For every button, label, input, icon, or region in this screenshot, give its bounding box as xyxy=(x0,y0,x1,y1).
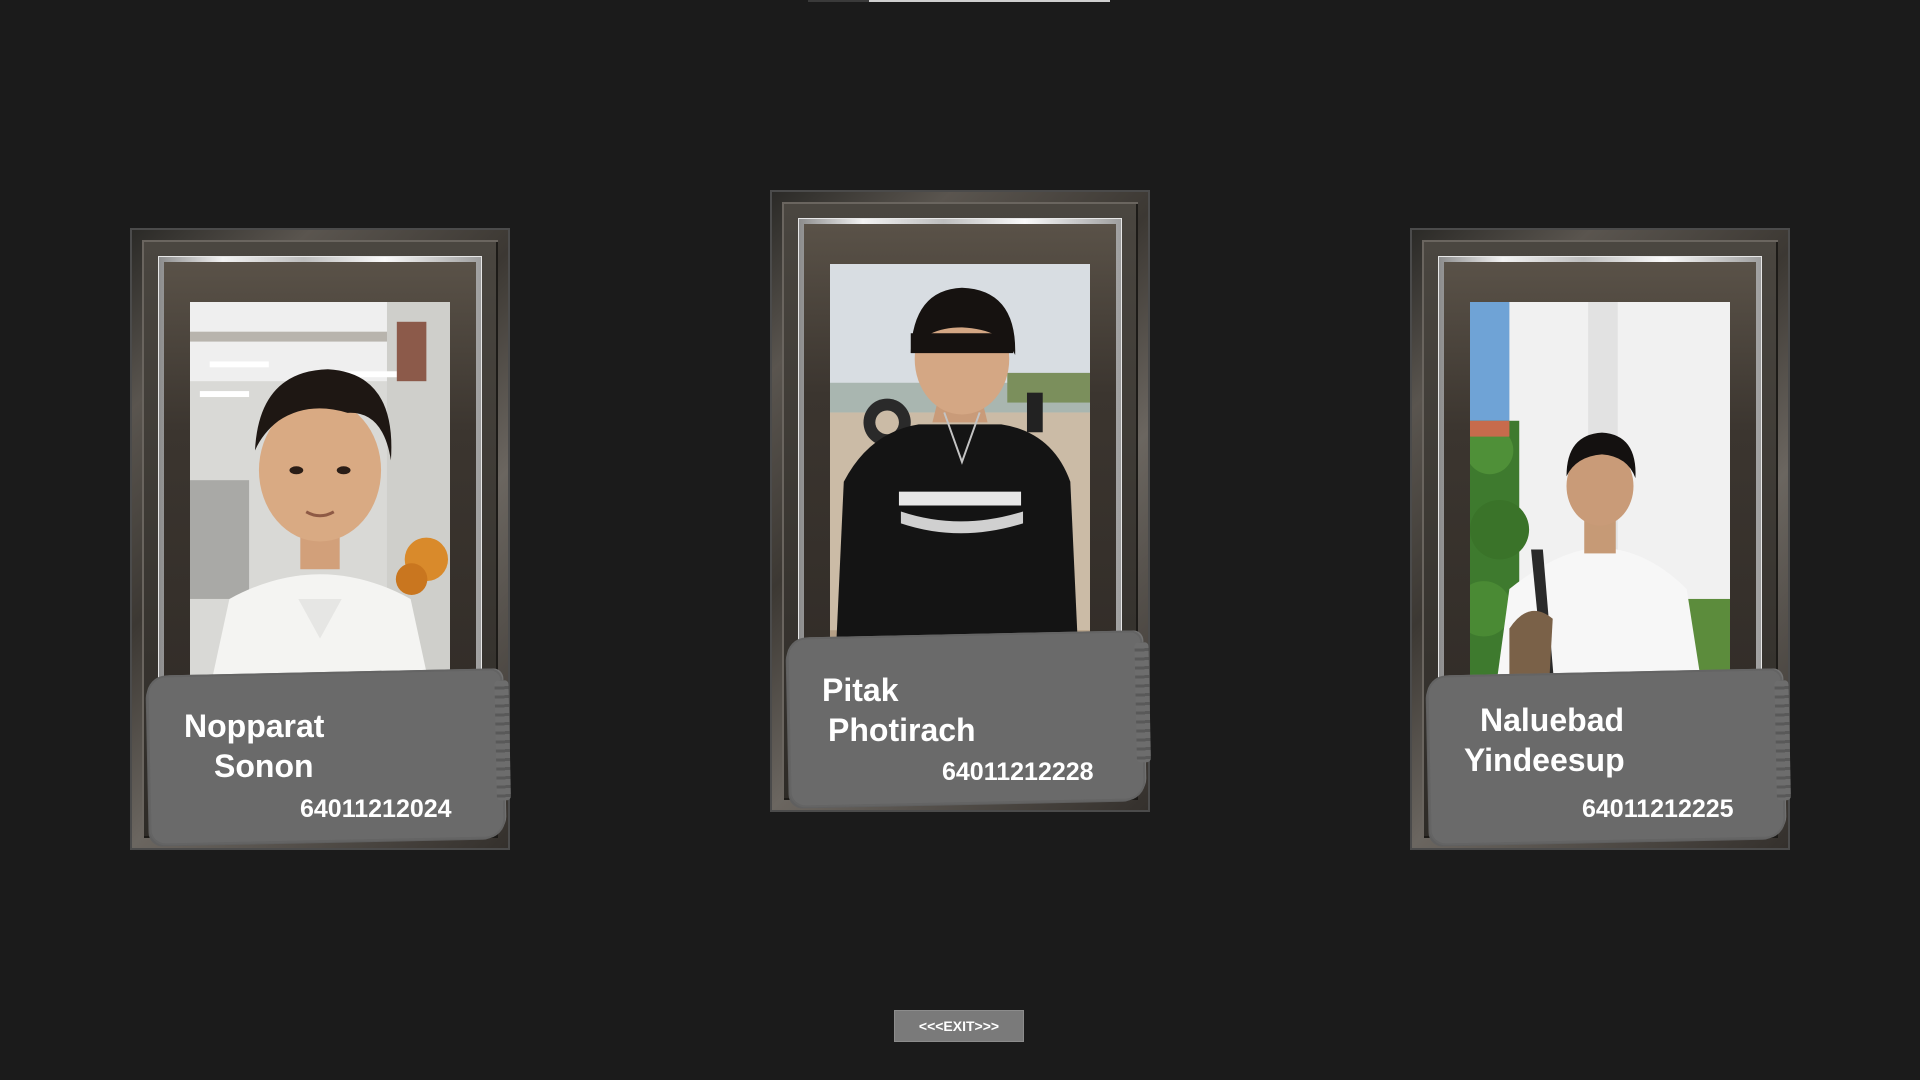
member-first-name: Nopparat xyxy=(184,708,325,744)
member-frame-1: Nopparat Sonon 64011212024 xyxy=(130,228,510,850)
member-student-id: 64011212225 xyxy=(1582,795,1734,823)
portrait-image xyxy=(190,302,450,690)
member-photo-2 xyxy=(830,264,1090,652)
member-last-name: Yindeesup xyxy=(1464,742,1625,778)
member-frame-3: Naluebad Yindeesup 64011212225 xyxy=(1410,228,1790,850)
member-last-name: Photirach xyxy=(828,712,976,748)
member-last-name: Sonon xyxy=(214,748,314,784)
member-first-name: Pitak xyxy=(822,672,899,708)
member-student-id: 64011212228 xyxy=(942,758,1094,786)
portrait-image xyxy=(830,264,1090,652)
top-progress-bar xyxy=(808,0,1110,2)
credits-screen: Nopparat Sonon 64011212024 Pitak Photira… xyxy=(0,0,1920,1080)
exit-button[interactable]: <<<EXIT>>> xyxy=(894,1010,1024,1042)
portrait-image xyxy=(1470,302,1730,690)
member-frame-2: Pitak Photirach 64011212228 xyxy=(770,190,1150,812)
member-student-id: 64011212024 xyxy=(300,795,452,823)
member-photo-3 xyxy=(1470,302,1730,690)
member-first-name: Naluebad xyxy=(1480,702,1625,738)
member-photo-1 xyxy=(190,302,450,690)
